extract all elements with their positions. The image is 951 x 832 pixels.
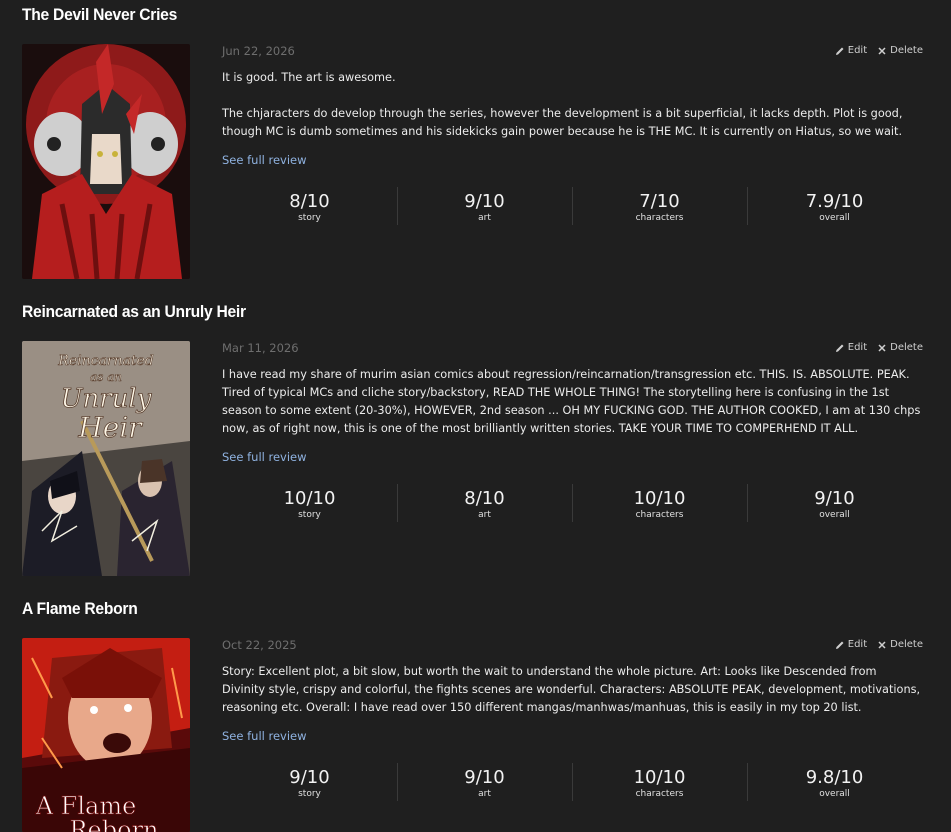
score-label: art: [478, 213, 491, 223]
score-characters: 10/10 characters: [572, 763, 747, 803]
score-value: 7.9/10: [805, 191, 864, 212]
review-text: It is good. The art is awesome. The chja…: [222, 69, 922, 159]
edit-button[interactable]: Edit: [835, 45, 867, 56]
score-value: 10/10: [633, 488, 686, 509]
score-value: 9.8/10: [805, 767, 864, 788]
score-value: 10/10: [633, 767, 686, 788]
delete-label: Delete: [890, 342, 923, 353]
review-date: Oct 22, 2025: [222, 638, 297, 652]
see-full-review-link[interactable]: See full review: [222, 450, 307, 464]
review-actions: Edit Delete: [835, 45, 923, 56]
edit-button[interactable]: Edit: [835, 639, 867, 650]
edit-label: Edit: [847, 639, 868, 650]
review-date: Jun 22, 2026: [222, 44, 295, 58]
cover-title-text: Reincarnated: [57, 353, 153, 369]
review-actions: Edit Delete: [835, 342, 923, 353]
review-text: I have read my share of murim asian comi…: [222, 366, 922, 456]
cover-image[interactable]: [22, 44, 190, 279]
delete-button[interactable]: Delete: [877, 639, 923, 650]
score-story: 8/10 story: [222, 187, 397, 227]
review-actions: Edit Delete: [835, 639, 923, 650]
pencil-icon: [835, 47, 844, 55]
close-icon: [878, 46, 886, 55]
score-label: characters: [635, 789, 684, 799]
pencil-icon: [835, 344, 844, 352]
score-art: 8/10 art: [397, 484, 572, 524]
score-label: story: [298, 510, 321, 520]
close-icon: [878, 640, 886, 649]
score-value: 8/10: [464, 488, 505, 509]
review-text: Story: Excellent plot, a bit slow, but w…: [222, 663, 922, 735]
delete-label: Delete: [890, 45, 923, 56]
delete-label: Delete: [890, 639, 923, 650]
delete-button[interactable]: Delete: [877, 45, 923, 56]
review-title[interactable]: A Flame Reborn: [22, 599, 138, 619]
score-art: 9/10 art: [397, 187, 572, 227]
score-overall: 9/10 overall: [747, 484, 922, 524]
cover-title-text: Unruly: [61, 384, 152, 414]
score-row: 9/10 story 9/10 art 10/10 characters 9.8/10…: [222, 763, 922, 803]
cover-title-text: Reborn: [69, 816, 158, 832]
see-full-review-link[interactable]: See full review: [222, 729, 307, 743]
review-title[interactable]: The Devil Never Cries: [22, 5, 177, 25]
review-card: A Flame Reborn A Flame Reborn Oct 22, 20…: [0, 599, 951, 832]
cover-title-text: Heir: [77, 411, 143, 444]
score-story: 9/10 story: [222, 763, 397, 803]
review-paragraph: Story: Excellent plot, a bit slow, but w…: [222, 665, 921, 714]
score-row: 8/10 story 9/10 art 7/10 characters 7.9/10 o…: [222, 187, 922, 227]
pencil-icon: [835, 641, 844, 649]
score-label: art: [478, 789, 491, 799]
review-paragraph: The chjaracters do develop through the s…: [222, 107, 903, 138]
close-icon: [878, 343, 886, 352]
cover-image[interactable]: A Flame Reborn: [22, 638, 190, 832]
review-card: Reincarnated as an Unruly Heir Reincarna…: [0, 302, 951, 592]
score-value: 10/10: [283, 488, 336, 509]
edit-label: Edit: [847, 45, 868, 56]
score-value: 9/10: [814, 488, 855, 509]
score-characters: 7/10 characters: [572, 187, 747, 227]
review-paragraph: It is good. The art is awesome.: [222, 71, 396, 84]
review-card: The Devil Never Cries Jun 22, 2026 Edit: [0, 5, 951, 295]
review-date: Mar 11, 2026: [222, 341, 299, 355]
score-value: 7/10: [639, 191, 680, 212]
score-label: story: [298, 213, 321, 223]
score-overall: 9.8/10 overall: [747, 763, 922, 803]
score-value: 9/10: [464, 191, 505, 212]
score-row: 10/10 story 8/10 art 10/10 characters 9/10 o…: [222, 484, 922, 524]
score-characters: 10/10 characters: [572, 484, 747, 524]
score-label: characters: [635, 213, 684, 223]
score-label: story: [298, 789, 321, 799]
score-value: 9/10: [289, 767, 330, 788]
edit-label: Edit: [847, 342, 868, 353]
score-art: 9/10 art: [397, 763, 572, 803]
score-label: art: [478, 510, 491, 520]
score-label: characters: [635, 510, 684, 520]
edit-button[interactable]: Edit: [835, 342, 867, 353]
delete-button[interactable]: Delete: [877, 342, 923, 353]
score-label: overall: [819, 789, 850, 799]
score-value: 8/10: [289, 191, 330, 212]
cover-image[interactable]: Reincarnated as an Unruly Heir: [22, 341, 190, 576]
review-paragraph: I have read my share of murim asian comi…: [222, 368, 921, 435]
cover-title-text: as an: [90, 370, 122, 384]
score-label: overall: [819, 510, 850, 520]
see-full-review-link[interactable]: See full review: [222, 153, 307, 167]
score-label: overall: [819, 213, 850, 223]
score-story: 10/10 story: [222, 484, 397, 524]
review-title[interactable]: Reincarnated as an Unruly Heir: [22, 302, 246, 322]
score-overall: 7.9/10 overall: [747, 187, 922, 227]
score-value: 9/10: [464, 767, 505, 788]
